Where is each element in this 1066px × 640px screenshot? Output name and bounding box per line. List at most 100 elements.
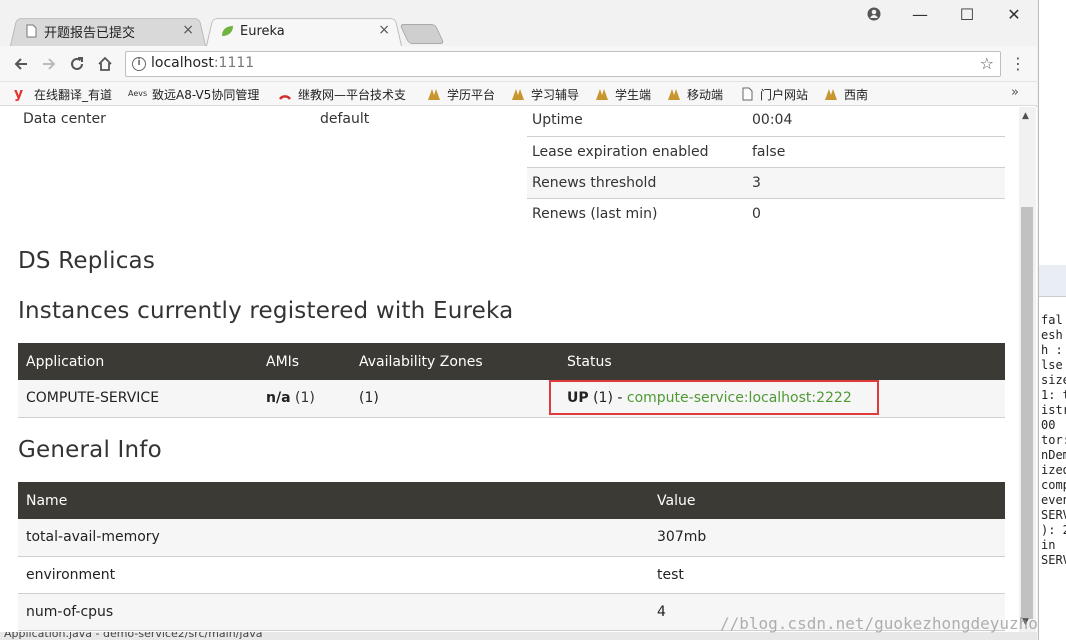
bookmark-item[interactable]: y 在线翻译_有道: [14, 85, 112, 103]
taskbar-text: Application.java - demo-service2/src/mai…: [4, 632, 263, 640]
table-row: Lease expiration enabled false: [527, 136, 1005, 168]
back-button[interactable]: [8, 52, 34, 76]
console-line: even: [1041, 493, 1066, 507]
console-line: SERV: [1041, 508, 1066, 522]
new-tab-button[interactable]: [404, 24, 440, 44]
row-value: 0: [747, 198, 1005, 229]
reload-icon: [71, 57, 83, 70]
row-name: num-of-cpus: [18, 593, 649, 631]
bookmarks-bar: y 在线翻译_有道 Aevs 致远A8-V5协同管理 继教网—平台技术支 学历平…: [0, 82, 1037, 106]
ide-toolbar: [1039, 265, 1066, 297]
bookmark-item[interactable]: 继教网—平台技术支: [278, 85, 406, 103]
menu-icon[interactable]: ⋮: [1010, 54, 1026, 74]
row-value: 00:04: [747, 107, 1005, 137]
spring-leaf-icon: [222, 26, 233, 36]
minimize-button[interactable]: —: [898, 0, 942, 28]
console-line: comp: [1041, 478, 1066, 492]
console-line: 00: [1041, 418, 1056, 432]
forward-arrow-icon: [43, 58, 56, 70]
bookmark-item[interactable]: 学生端: [595, 85, 651, 103]
scroll-up-icon[interactable]: ▲: [1022, 111, 1029, 121]
row-value: false: [747, 136, 1005, 168]
bookmark-item[interactable]: Aevs 致远A8-V5协同管理: [128, 85, 259, 103]
application-name: COMPUTE-SERVICE: [18, 380, 258, 418]
row-value: test: [649, 556, 1005, 594]
info-icon[interactable]: i: [132, 57, 146, 71]
bookmark-item[interactable]: 西南: [824, 85, 868, 103]
bookmark-label: 继教网—平台技术支: [298, 87, 407, 102]
bookmark-label: 门户网站: [760, 87, 809, 102]
taskbar-strip: Application.java - demo-service2/src/mai…: [0, 632, 1037, 640]
column-header: Application: [18, 343, 258, 380]
bookmark-item[interactable]: 学习辅导: [511, 85, 579, 103]
status-info-table: Uptime 00:04 Lease expiration enabled fals…: [527, 107, 1005, 229]
table-row: environment test: [18, 556, 1005, 594]
scrollbar-thumb[interactable]: [1021, 207, 1033, 619]
bookmark-star-icon[interactable]: ☆: [980, 54, 994, 73]
data-center-label: Data center: [23, 111, 106, 127]
row-value: 307mb: [649, 519, 1005, 557]
tab-report[interactable]: 开题报告已提交 ×: [10, 16, 206, 46]
column-header: AMIs: [258, 343, 351, 380]
close-tab-icon[interactable]: ×: [378, 22, 390, 38]
home-button[interactable]: [92, 52, 118, 76]
highlight-box: [549, 380, 879, 415]
console-line: SERV: [1041, 553, 1066, 567]
page-icon: [742, 87, 753, 101]
column-header: Name: [18, 482, 649, 519]
amis-count: (1): [290, 390, 315, 407]
address-url: localhost:1111: [151, 55, 254, 71]
table-row: Uptime 00:04: [527, 107, 1005, 137]
column-header: Availability Zones: [351, 343, 559, 380]
row-name: total-avail-memory: [18, 519, 649, 557]
zones-cell: (1): [351, 380, 559, 418]
general-info-table: Name Value total-avail-memory 307mb envir…: [18, 482, 1005, 631]
close-window-button[interactable]: ✕: [992, 0, 1036, 28]
row-name: Renews (last min): [527, 198, 747, 229]
console-line: ized: [1041, 463, 1066, 477]
address-bar[interactable]: i localhost:1111 ☆: [125, 51, 1001, 77]
page-scrollbar[interactable]: ▲ ▼: [1019, 107, 1036, 640]
bookmark-label: 移动端: [687, 87, 724, 102]
bookmark-logo-icon: [428, 89, 440, 100]
row-value: 3: [747, 167, 1005, 199]
browser-window: 开题报告已提交 × Eureka × — ☐ ✕ i localhost:111…: [0, 0, 1037, 640]
browser-toolbar: i localhost:1111 ☆ ⋮: [0, 46, 1037, 82]
bookmark-item[interactable]: 移动端: [667, 85, 723, 103]
console-line: 1: t: [1041, 388, 1066, 402]
console-line: size: [1041, 373, 1066, 387]
bookmarks-overflow-button[interactable]: »: [1011, 85, 1019, 100]
console-line: esh: [1041, 328, 1063, 342]
table-row: Renews (last min) 0: [527, 198, 1005, 229]
close-tab-icon[interactable]: ×: [182, 22, 194, 38]
document-icon: [26, 24, 37, 38]
table-row: Renews threshold 3: [527, 167, 1005, 199]
console-line: ): 2: [1041, 523, 1066, 537]
data-center-value: default: [320, 111, 370, 127]
row-name: Uptime: [527, 107, 747, 137]
jijiao-icon: [278, 95, 292, 100]
tab-eureka[interactable]: Eureka ×: [206, 16, 402, 46]
bookmark-item[interactable]: 门户网站: [740, 85, 808, 103]
reload-button[interactable]: [64, 52, 90, 76]
instances-heading: Instances currently registered with Eure…: [18, 298, 514, 324]
bookmark-item[interactable]: 学历平台: [427, 85, 495, 103]
tab-label: Eureka: [240, 23, 285, 39]
bookmark-label: 学历平台: [447, 87, 496, 102]
column-header: Status: [559, 343, 1005, 380]
console-line: istr: [1041, 403, 1066, 417]
ide-console-sliver: faleshh : lsesize1: tistr00tor:nDemizedc…: [1038, 0, 1066, 640]
console-line: h :: [1041, 343, 1063, 357]
url-port: :1111: [213, 55, 255, 71]
bookmark-label: 学习辅导: [531, 87, 580, 102]
bookmark-logo-icon: [512, 89, 524, 100]
ds-replicas-heading: DS Replicas: [18, 248, 156, 274]
amis-cell: n/a (1): [258, 380, 351, 418]
console-line: fal: [1041, 313, 1063, 327]
row-name: environment: [18, 556, 649, 594]
maximize-button[interactable]: ☐: [945, 0, 989, 28]
console-line: nDem: [1041, 448, 1066, 462]
forward-button[interactable]: [36, 52, 62, 76]
profile-icon[interactable]: [852, 0, 896, 28]
console-line: lse: [1041, 358, 1063, 372]
